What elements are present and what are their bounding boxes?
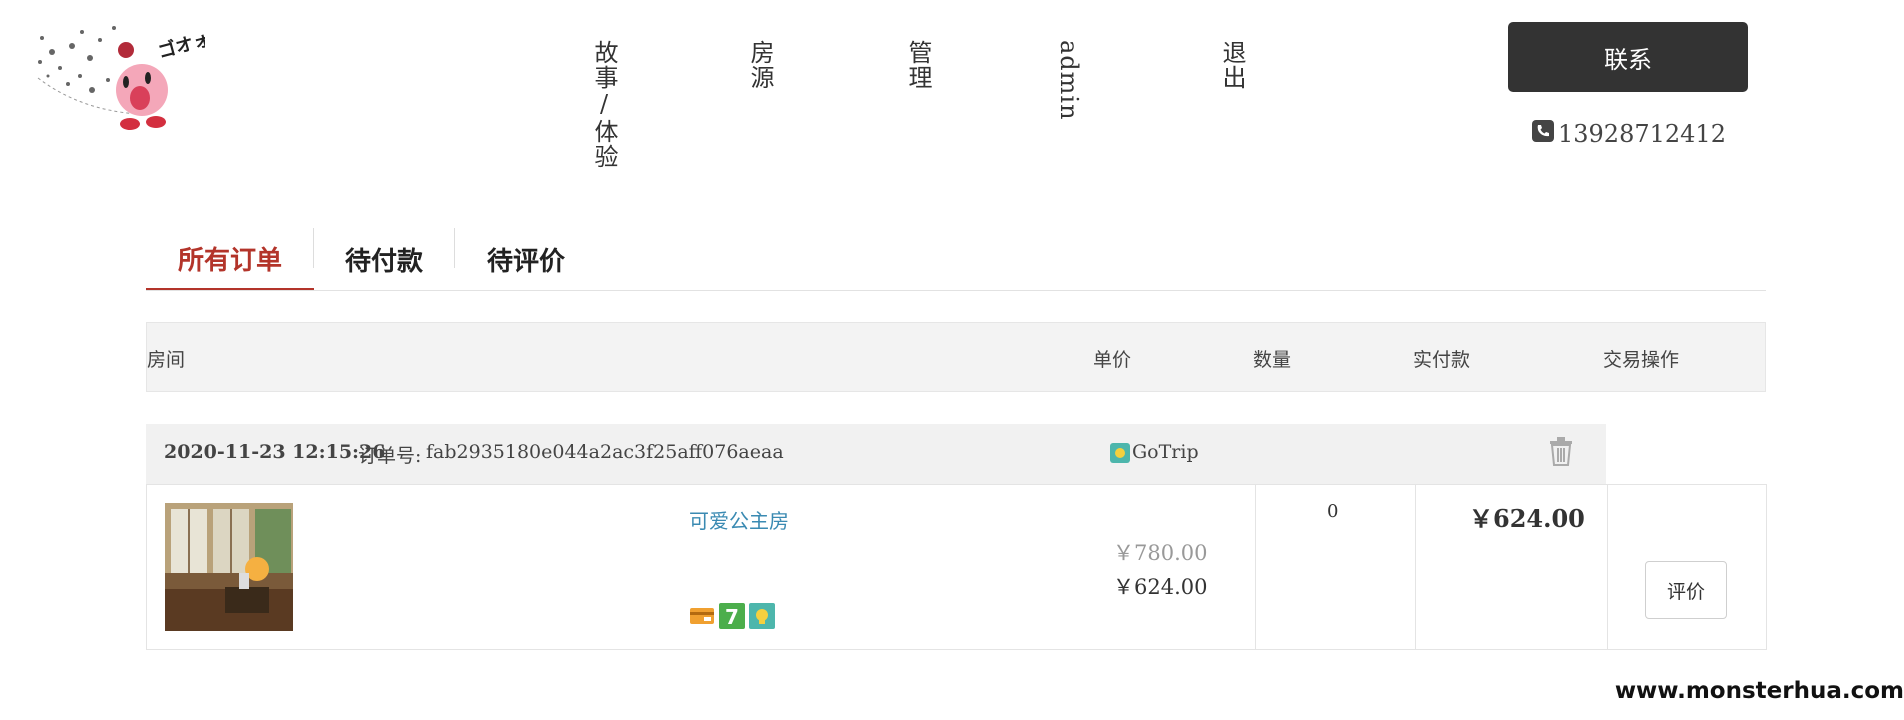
- review-button[interactable]: 评价: [1645, 561, 1727, 619]
- tab-pending-review[interactable]: 待评价: [456, 228, 596, 290]
- trash-icon[interactable]: [1548, 436, 1574, 471]
- svg-text:ゴオォ: ゴオォ: [156, 28, 205, 63]
- column-actions: 交易操作: [1603, 349, 1680, 371]
- watermark: www.monsterhua.com: [1614, 678, 1904, 704]
- order-row: 可爱公主房 7 ￥780.00 ￥624.00 0 ￥624.00 评价: [146, 484, 1767, 650]
- nav-item-stories[interactable]: 故事/体验: [590, 40, 618, 169]
- seven-day-icon: 7: [719, 603, 745, 633]
- cell-divider: [1607, 485, 1608, 649]
- paid-amount: ￥624.00: [1469, 504, 1585, 533]
- vendor-name[interactable]: GoTrip: [1132, 441, 1199, 463]
- nav-item-logout[interactable]: 退出: [1218, 40, 1246, 90]
- gotrip-badge-icon: [749, 603, 775, 633]
- cell-divider: [1255, 485, 1256, 649]
- order-number-label: 订单号:: [358, 445, 422, 467]
- phone-number: 13928712412: [1558, 120, 1726, 148]
- order-quantity: 0: [1327, 501, 1339, 522]
- phone-icon: [1532, 120, 1554, 148]
- card-payment-icon: [689, 603, 715, 633]
- tab-divider: [454, 228, 455, 268]
- column-paid: 实付款: [1413, 349, 1471, 371]
- nav-item-manage[interactable]: 管理: [904, 40, 932, 90]
- nav-item-admin[interactable]: admin: [1055, 40, 1083, 121]
- svg-text:7: 7: [725, 605, 739, 629]
- original-price: ￥780.00: [1113, 541, 1208, 565]
- order-number: fab2935180e044a2ac3f25aff076aeaa: [426, 441, 784, 463]
- order-datetime: 2020-11-23 12:15:26: [164, 441, 386, 463]
- column-room: 房间: [147, 349, 186, 371]
- cell-divider: [1415, 485, 1416, 649]
- order-header: 2020-11-23 12:15:26 订单号: fab2935180e044a…: [146, 424, 1606, 484]
- site-logo[interactable]: ゴオォ: [30, 18, 213, 138]
- contact-button[interactable]: 联系: [1508, 22, 1748, 92]
- order-tabs: 所有订单 待付款 待评价: [146, 228, 1766, 291]
- nav-item-listings[interactable]: 房源: [746, 40, 774, 90]
- room-feature-icons: 7: [689, 603, 775, 633]
- unit-price: ￥624.00: [1113, 575, 1208, 599]
- phone-contact: 13928712412: [1532, 120, 1726, 148]
- room-thumbnail[interactable]: [165, 503, 293, 631]
- tab-all-orders[interactable]: 所有订单: [146, 228, 314, 290]
- room-name-link[interactable]: 可爱公主房: [689, 505, 789, 534]
- tab-pending-payment[interactable]: 待付款: [314, 228, 454, 290]
- column-unit-price: 单价: [1093, 349, 1132, 371]
- column-quantity: 数量: [1253, 349, 1292, 371]
- gotrip-icon: [1110, 443, 1130, 468]
- order-table-header: 房间 单价 数量 实付款 交易操作: [146, 322, 1766, 392]
